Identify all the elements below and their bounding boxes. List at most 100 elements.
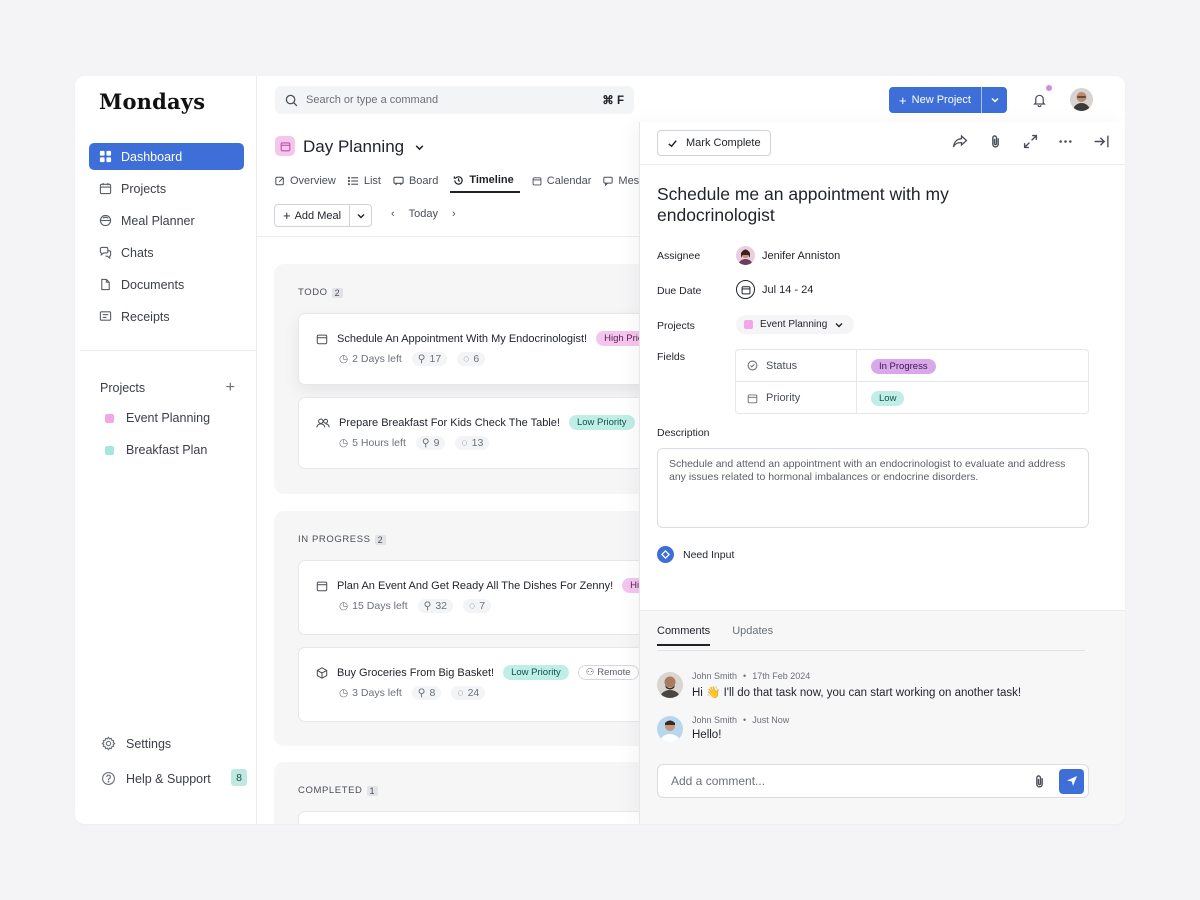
link-count-text: 9	[434, 437, 440, 449]
tabs-divider	[257, 236, 639, 237]
card-meta: ◷5 Hours left ⚲9 ◌13	[339, 436, 489, 450]
sidebar-item-settings[interactable]: Settings	[101, 736, 171, 751]
sidebar-item-documents[interactable]: Documents	[89, 271, 244, 298]
tab-overview[interactable]: Overview	[275, 169, 348, 193]
assignee-field[interactable]: Jenifer Anniston	[736, 246, 840, 265]
field-key: Status	[736, 350, 857, 382]
expand-icon[interactable]	[1023, 134, 1038, 149]
box-icon	[316, 667, 328, 679]
task-title[interactable]: Schedule me an appointment with my endoc…	[657, 184, 1017, 226]
sidebar-item-receipts[interactable]: Receipts	[89, 303, 244, 330]
card-title-row: Prepare Breakfast For Kids Check The Tab…	[316, 415, 635, 430]
comment-count: ◌13	[455, 436, 489, 450]
sidebar-project-event-planning[interactable]: Event Planning	[105, 411, 210, 425]
tab-timeline[interactable]: Timeline	[450, 169, 519, 193]
calendar-icon	[316, 333, 328, 345]
sidebar-item-meal-planner[interactable]: Meal Planner	[89, 207, 244, 234]
chevron-right-icon[interactable]: ›	[452, 208, 456, 220]
person-icon: ⚇	[586, 667, 595, 678]
task-card[interactable]: Prepare Breakfast For Kids Check The Tab…	[298, 397, 658, 469]
field-row-priority[interactable]: Priority Low	[736, 382, 1088, 414]
link-count: ⚲8	[412, 686, 442, 700]
status-badge: In Progress	[871, 359, 936, 374]
list-icon	[348, 176, 359, 186]
card-title: Plan An Event And Get Ready All The Dish…	[337, 580, 613, 592]
add-meal-button[interactable]: + Add Meal	[275, 205, 349, 226]
plus-icon: +	[283, 208, 291, 223]
sidebar-item-label: Projects	[121, 182, 166, 196]
page-title[interactable]: Day Planning	[303, 137, 425, 157]
description-textarea[interactable]: Schedule and attend an appointment with …	[657, 448, 1089, 528]
close-panel-icon[interactable]	[1093, 134, 1110, 149]
search-bar[interactable]: Search or type a command ⌘ F	[275, 86, 634, 114]
sidebar-item-help[interactable]: Help & Support	[101, 771, 211, 786]
new-project-dropdown[interactable]	[981, 87, 1007, 113]
due-date-field[interactable]: Jul 14 - 24	[736, 280, 813, 299]
need-input-toggle[interactable]: Need Input	[657, 546, 734, 563]
projects-label: Projects	[657, 320, 695, 332]
time-left-text: 3 Days left	[352, 687, 402, 699]
section-title: COMPLETED	[298, 785, 363, 796]
paperclip-icon[interactable]	[1032, 774, 1047, 789]
time-left: ◷2 Days left	[339, 352, 402, 366]
project-value: Event Planning	[760, 319, 827, 330]
dot-separator: •	[743, 671, 746, 681]
check-icon	[667, 138, 678, 149]
section-todo: TODO 2 Schedule An Appointment With My E…	[274, 264, 654, 494]
task-card[interactable]: Plan An Event And Get Ready All The Dish…	[298, 560, 658, 635]
today-button[interactable]: Today	[409, 208, 438, 220]
comment-time: Just Now	[752, 715, 789, 725]
tab-board[interactable]: Board	[393, 169, 450, 193]
link-count-text: 17	[429, 353, 441, 365]
more-icon[interactable]	[1058, 134, 1073, 149]
task-card[interactable]: Schedule An Appointment With My Endocrin…	[298, 313, 658, 385]
notification-dot	[1046, 85, 1052, 91]
priority-badge: Low Priority	[569, 415, 635, 430]
mark-complete-button[interactable]: Mark Complete	[657, 130, 771, 156]
link-count: ⚲17	[412, 352, 447, 366]
link-count-text: 8	[429, 687, 435, 699]
task-card[interactable]: Buy Groceries From Big Basket! Low Prior…	[298, 647, 658, 722]
chevron-left-icon[interactable]: ‹	[391, 208, 395, 220]
bell-icon[interactable]	[1032, 92, 1047, 108]
history-icon	[453, 175, 464, 186]
share-icon[interactable]	[952, 134, 968, 149]
calendar-icon	[532, 176, 542, 186]
tab-label: Calendar	[547, 175, 592, 187]
add-meal-dropdown[interactable]	[349, 205, 371, 226]
sidebar-project-breakfast-plan[interactable]: Breakfast Plan	[105, 443, 207, 457]
add-project-icon[interactable]: +	[226, 379, 235, 397]
task-card[interactable]	[298, 811, 658, 824]
comment-text: Hello!	[692, 729, 789, 741]
detail-header-divider	[640, 164, 1125, 165]
comment-tabs: Comments Updates	[657, 625, 773, 646]
search-input[interactable]: Search or type a command	[306, 94, 438, 106]
new-project-button[interactable]: + New Project	[889, 87, 981, 113]
tab-updates[interactable]: Updates	[732, 625, 773, 646]
project-color-swatch	[744, 320, 753, 329]
sidebar-item-chats[interactable]: Chats	[89, 239, 244, 266]
tab-calendar[interactable]: Calendar	[532, 169, 604, 193]
help-count-badge: 8	[231, 769, 247, 786]
calendar-icon	[99, 182, 112, 195]
new-project-label: New Project	[912, 94, 971, 106]
tab-comments[interactable]: Comments	[657, 625, 710, 646]
tab-list[interactable]: List	[348, 169, 393, 193]
sidebar-item-dashboard[interactable]: Dashboard	[89, 143, 244, 170]
chevron-down-icon	[990, 95, 1000, 105]
paperclip-icon[interactable]	[988, 134, 1003, 149]
search-icon	[285, 94, 298, 107]
assignee-avatar	[736, 246, 755, 265]
user-avatar[interactable]	[1070, 88, 1093, 111]
sidebar-item-projects[interactable]: Projects	[89, 175, 244, 202]
comment-icon: ◌	[457, 687, 463, 699]
calendar-icon	[316, 580, 328, 592]
description-label: Description	[657, 427, 710, 439]
field-row-status[interactable]: Status In Progress	[736, 350, 1088, 382]
app-window: Mondays Dashboard Projects Meal Planner …	[75, 76, 1125, 824]
project-label: Event Planning	[126, 411, 210, 425]
project-select[interactable]: Event Planning	[736, 315, 854, 334]
fields-table: Status In Progress Priority Low	[735, 349, 1089, 414]
comment-input[interactable]: Add a comment...	[657, 764, 1089, 798]
send-button[interactable]	[1059, 769, 1084, 794]
